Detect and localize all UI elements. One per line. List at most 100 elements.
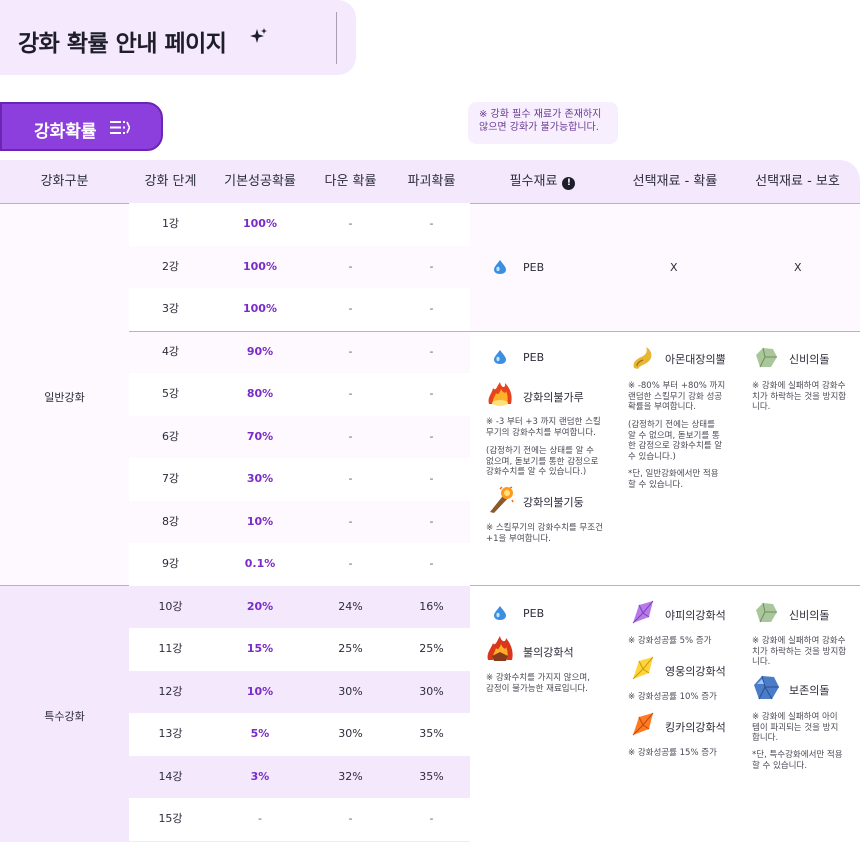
cell-rate: 30%: [246, 472, 274, 485]
cell-rate: 20%: [246, 599, 274, 613]
cell-destroy: -: [429, 472, 434, 485]
cell-down: -: [348, 514, 353, 528]
cell-destroy: 25%: [419, 642, 444, 655]
fire-pillar-label: 강화의불기둥: [523, 496, 584, 509]
header-down-rate: 다운 확률: [324, 174, 377, 189]
cell-destroy: -: [429, 259, 434, 273]
preserve-stone-icon: [754, 675, 779, 700]
cell-destroy: 35%: [419, 727, 444, 740]
mystic-stone-note: ※ 강화에 실패하여 강화수 치가 하락하는 것을 방지합 니다.: [752, 636, 847, 667]
list-icon: [110, 121, 130, 134]
peb-label: PEB: [523, 351, 545, 364]
cell-stage: 15강: [158, 812, 183, 825]
fire-stone-note: ※ 강화수치를 가지지 않으며, 감정이 불가능한 재료입니다.: [486, 673, 590, 694]
title-card: 강화 확률 안내 페이지: [0, 0, 356, 75]
header-stage: 강화 단계: [144, 174, 197, 189]
cell-stage: 7강: [161, 472, 180, 485]
cell-destroy: 35%: [419, 769, 444, 783]
amon-horn-icon: [633, 347, 652, 369]
fire-powder-note: ※ -3 부터 +3 까지 랜덤한 스킬 무기의 강화수치를 부여합니다.: [486, 417, 601, 438]
cell-rate: 100%: [243, 259, 277, 273]
cell-destroy: -: [429, 557, 434, 570]
cell-stage: 1강: [161, 217, 180, 230]
kingka-stone-icon: [632, 712, 654, 736]
mystic-stone-icon: [756, 602, 777, 623]
cell-down: -: [348, 217, 353, 230]
kingka-stone-label: 킹카의강화석: [665, 721, 726, 734]
cell-down: 32%: [338, 769, 363, 783]
fire-pillar-icon: [490, 486, 514, 513]
cell-down: -: [348, 387, 353, 400]
preserve-stone-note: ※ 강화에 실패하여 아이 템이 파괴되는 것을 방지 합니다.: [752, 712, 839, 743]
cell-stage: 10강: [158, 599, 183, 613]
mystic-stone-label: 신비의돌: [789, 353, 830, 366]
cell-rate: 100%: [243, 217, 277, 230]
no-material-mark: X: [670, 261, 678, 274]
preserve-stone-label: 보존의돌: [789, 684, 830, 697]
cell-destroy: -: [429, 217, 434, 230]
cell-rate: 5%: [250, 727, 270, 740]
fire-powder-label: 강화의불가루: [523, 391, 584, 404]
yapi-stone-note: ※ 강화성공률 5% 증가: [628, 636, 712, 646]
cell-rate: 10%: [246, 684, 274, 698]
tab-label: 강화확률: [34, 122, 97, 142]
no-material-mark: X: [794, 261, 802, 274]
cell-down: -: [348, 812, 353, 825]
yapi-stone-icon: [632, 600, 654, 624]
cell-down: 25%: [338, 642, 363, 655]
title-divider: [336, 12, 337, 64]
required-material-tooltip: ※ 강화 필수 재료가 존재하지 않으면 강화가 불가능합니다.: [468, 102, 618, 144]
peb-icon: [494, 260, 506, 274]
cell-down: -: [348, 302, 353, 315]
cell-rate: 100%: [243, 302, 277, 315]
cell-rate: 15%: [246, 642, 274, 655]
header-destroy-rate: 파괴확률: [407, 174, 456, 189]
cell-stage: 3강: [161, 302, 180, 315]
cell-rate: 80%: [246, 387, 274, 400]
enhance-rate-tab[interactable]: 강화확률: [0, 102, 163, 151]
fire-powder-icon: [488, 382, 512, 406]
hero-stone-note: ※ 강화성공률 10% 증가: [628, 692, 717, 702]
fire-powder-note: (감정하기 전에는 상태를 알 수 없으며, 돋보기를 통한 감정으로 강화수치…: [486, 446, 599, 477]
amon-horn-note: *단, 일반강화에서만 적용 할 수 있습니다.: [628, 469, 719, 490]
cell-stage: 11강: [158, 642, 183, 655]
cell-destroy: 16%: [419, 599, 444, 613]
cell-rate: 0.1%: [244, 557, 276, 570]
cell-destroy: 30%: [419, 684, 444, 698]
page-title: 강화 확률 안내 페이지: [18, 31, 227, 57]
preserve-stone-note: *단, 특수강화에서만 적용 할 수 있습니다.: [752, 750, 843, 771]
category-normal: 일반강화: [44, 391, 85, 404]
peb-label: PEB: [523, 607, 545, 620]
header-base-rate: 기본성공확률: [224, 174, 296, 189]
info-icon[interactable]: !: [562, 177, 576, 190]
cell-down: 24%: [338, 599, 363, 613]
cell-rate: 90%: [246, 344, 274, 358]
cell-stage: 6강: [161, 429, 180, 443]
header-required-label: 필수재료: [509, 174, 558, 189]
header-optional-rate: 선택재료 - 확률: [632, 174, 718, 189]
cell-destroy: -: [429, 387, 434, 400]
amon-horn-note: (감정하기 전에는 상태를 알 수 없으며, 돋보기를 통 한 감정으로 강화수…: [628, 420, 723, 462]
header-required-material: 필수재료!: [470, 160, 615, 203]
cell-destroy: -: [429, 812, 434, 825]
header-category: 강화구분: [40, 174, 89, 189]
peb-icon: [494, 606, 506, 620]
cell-down: -: [348, 557, 353, 570]
fire-pillar-note: ※ 스킬무기의 강화수치를 무조건 +1을 부여합니다.: [486, 523, 603, 544]
cell-stage: 8강: [161, 514, 180, 528]
category-special: 특수강화: [44, 710, 85, 723]
mystic-stone-label: 신비의돌: [789, 609, 830, 622]
peb-icon: [494, 350, 506, 364]
amon-horn-note: ※ -80% 부터 +80% 까지 랜덤한 스킬무기 강화 성공 확률을 부여합…: [628, 381, 726, 412]
cell-down: 30%: [338, 684, 363, 698]
header-optional-protect: 선택재료 - 보호: [755, 174, 840, 189]
cell-rate: 3%: [250, 769, 270, 783]
cell-stage: 2강: [161, 259, 180, 273]
mystic-stone-note: ※ 강화에 실패하여 강화수 치가 하락하는 것을 방지합 니다.: [752, 381, 847, 412]
cell-stage: 13강: [158, 727, 183, 740]
hero-stone-icon: [632, 656, 654, 680]
sparkle-icon: [250, 28, 267, 43]
cell-down: -: [348, 472, 353, 485]
cell-down: -: [348, 259, 353, 273]
cell-down: -: [348, 429, 353, 443]
